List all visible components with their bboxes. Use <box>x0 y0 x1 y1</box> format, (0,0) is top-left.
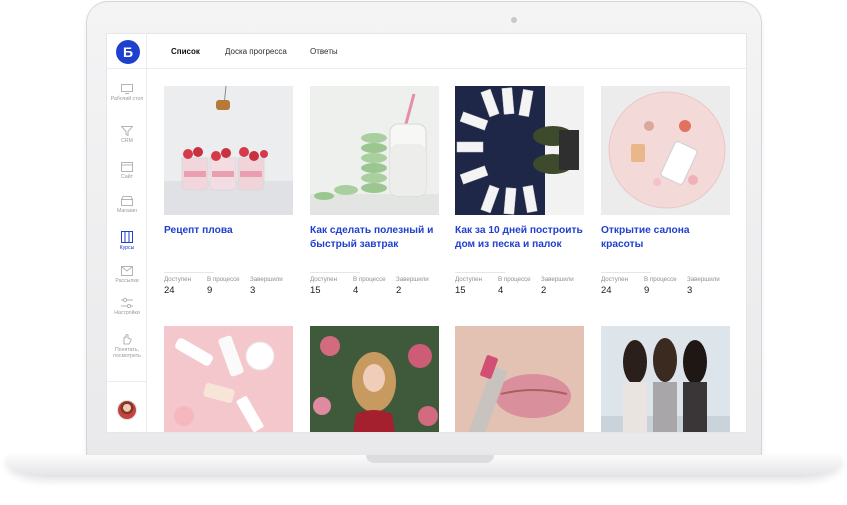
course-title[interactable]: Рецепт плова <box>164 224 293 266</box>
course-thumbnail[interactable] <box>164 326 293 432</box>
stat-value-available: 24 <box>601 285 612 296</box>
course-stats: Доступен 15 В процессе 4 Завершили 2 <box>310 276 439 296</box>
stat-value-finished: 3 <box>250 285 256 296</box>
hand-icon <box>123 334 132 345</box>
stat-value-available: 24 <box>164 285 175 296</box>
stat-label-available: Доступен <box>164 276 192 283</box>
sidebar-item-label: Понятать, посмотреть <box>113 347 141 359</box>
stat-label-in-progress: В процессе <box>207 276 240 283</box>
user-avatar[interactable] <box>117 400 137 420</box>
app-screen: Б Рабочий стол CRM Сайт Магазин Курсы Ра… <box>106 33 747 433</box>
shop-icon <box>121 196 133 206</box>
laptop-notch <box>366 455 494 463</box>
stat-value-in-progress: 4 <box>353 285 359 296</box>
top-tabs: Список Доска прогресса Ответы <box>147 34 746 69</box>
sidebar-item-shop[interactable]: Магазин <box>107 196 147 214</box>
course-stats: Доступен 24 В процессе 9 Завершили 3 <box>601 276 730 296</box>
sidebar-divider <box>107 68 147 69</box>
sidebar-item-label: Курсы <box>119 245 135 251</box>
stat-label-finished: Завершили <box>250 276 283 283</box>
stat-value-available: 15 <box>455 285 466 296</box>
stat-label-available: Доступен <box>455 276 483 283</box>
course-thumbnail[interactable] <box>455 326 584 432</box>
stat-label-finished: Завершили <box>541 276 574 283</box>
stat-label-available: Доступен <box>601 276 629 283</box>
sidebar-item-label: Настройки <box>114 310 140 316</box>
course-card[interactable] <box>310 326 439 432</box>
laptop-base <box>6 455 842 477</box>
stat-label-finished: Завершили <box>687 276 720 283</box>
course-thumbnail[interactable] <box>455 86 584 215</box>
mail-icon <box>121 266 133 276</box>
tab-list[interactable]: Список <box>171 47 200 56</box>
site-icon <box>121 162 133 172</box>
sidebar-item-help[interactable]: Понятать, посмотреть <box>107 334 147 359</box>
sidebar-item-mailing[interactable]: Рассылки <box>107 266 147 284</box>
course-thumbnail[interactable] <box>601 326 730 432</box>
course-thumbnail[interactable] <box>310 326 439 432</box>
course-card[interactable] <box>601 326 730 432</box>
course-thumbnail[interactable] <box>310 86 439 215</box>
stats-divider <box>164 272 214 273</box>
sidebar-item-label: Рабочий стол <box>110 96 144 102</box>
woman-flowers-image <box>310 326 439 432</box>
course-card[interactable] <box>164 326 293 432</box>
course-stats: Доступен 15 В процессе 4 Завершили 2 <box>455 276 584 296</box>
course-thumbnail[interactable] <box>164 86 293 215</box>
sliders-icon <box>121 298 133 308</box>
sidebar-divider <box>107 381 147 382</box>
course-title[interactable]: Открытие салона красоты <box>601 224 730 266</box>
course-title[interactable]: Как за 10 дней построить дом из песка и … <box>455 224 584 266</box>
course-card[interactable] <box>455 326 584 432</box>
sidebar-item-desktop[interactable]: Рабочий стол <box>107 84 147 102</box>
funnel-icon <box>121 126 133 136</box>
sidebar-item-label: Сайт <box>121 174 133 180</box>
sidebar-item-site[interactable]: Сайт <box>107 162 147 180</box>
dessert-glasses-image <box>164 86 293 215</box>
stat-label-available: Доступен <box>310 276 338 283</box>
lipstick-lips-image <box>455 326 584 432</box>
course-card[interactable]: Как сделать полезный и быстрый завтрак Д… <box>310 86 439 296</box>
sidebar-item-crm[interactable]: CRM <box>107 126 147 144</box>
desktop-icon <box>121 84 133 94</box>
sidebar-item-label: Магазин <box>116 208 137 214</box>
tab-answers[interactable]: Ответы <box>310 47 338 56</box>
stat-label-in-progress: В процессе <box>644 276 677 283</box>
course-card[interactable]: Как за 10 дней построить дом из песка и … <box>455 86 584 296</box>
course-card[interactable]: Рецепт плова Доступен 24 В процессе 9 Заве… <box>164 86 293 296</box>
sneakers-tags-image <box>455 86 584 215</box>
stat-label-finished: Завершили <box>396 276 429 283</box>
logo[interactable]: Б <box>116 40 140 64</box>
macarons-milk-image <box>310 86 439 215</box>
stat-value-finished: 3 <box>687 285 693 296</box>
course-stats: Доступен 24 В процессе 9 Завершили 3 <box>164 276 293 296</box>
stat-value-finished: 2 <box>541 285 547 296</box>
stat-value-in-progress: 4 <box>498 285 504 296</box>
three-girls-image <box>601 326 730 432</box>
beauty-tray-image <box>601 86 730 215</box>
stats-divider <box>310 272 360 273</box>
stats-divider <box>601 272 651 273</box>
sidebar-item-label: Рассылки <box>115 278 139 284</box>
stats-divider <box>455 272 505 273</box>
stat-value-available: 15 <box>310 285 321 296</box>
webcam <box>511 17 517 23</box>
course-title[interactable]: Как сделать полезный и быстрый завтрак <box>310 224 439 266</box>
stat-value-in-progress: 9 <box>644 285 650 296</box>
stat-label-in-progress: В процессе <box>498 276 531 283</box>
course-thumbnail[interactable] <box>601 86 730 215</box>
sidebar-item-courses[interactable]: Курсы <box>107 231 147 251</box>
sidebar-item-label: CRM <box>121 138 133 144</box>
stat-value-in-progress: 9 <box>207 285 213 296</box>
tab-progress-board[interactable]: Доска прогресса <box>225 47 287 56</box>
courses-icon <box>121 231 133 243</box>
sidebar-item-settings[interactable]: Настройки <box>107 298 147 316</box>
sidebar: Б Рабочий стол CRM Сайт Магазин Курсы Ра… <box>107 34 147 432</box>
stat-label-in-progress: В процессе <box>353 276 386 283</box>
course-card[interactable]: Открытие салона красоты Доступен 24 В про… <box>601 86 730 296</box>
cosmetics-pink-image <box>164 326 293 432</box>
stat-value-finished: 2 <box>396 285 402 296</box>
